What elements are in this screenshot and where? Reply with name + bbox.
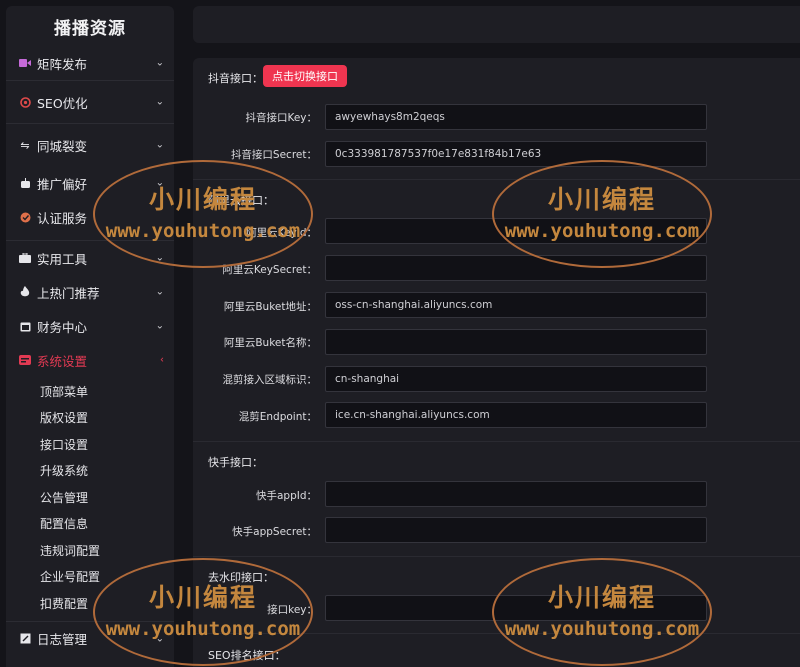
aliyun-keyid-label: 阿里云KeyId： [246,227,317,239]
sub-item-top-menu[interactable]: 顶部菜单 [6,378,174,405]
chevron-left-icon: ‹ [160,354,164,366]
nav-label: SEO优化 [37,95,88,111]
chevron-down-icon: ⌄ [155,177,164,189]
sub-item-announcements[interactable]: 公告管理 [6,484,174,511]
watermark-api-key-label: 接口key： [267,604,317,616]
nav-label: 系统设置 [37,353,88,369]
mix-endpoint-label: 混剪Endpoint： [238,411,317,423]
aliyun-keysecret-input[interactable] [325,255,707,281]
chevron-down-icon: ⌄ [155,252,164,264]
brand-title: 播播资源 [54,18,126,39]
nav-label: 财务中心 [37,319,88,335]
chevron-down-icon: ⌄ [155,633,164,644]
douyin-key-input[interactable]: awyewhays8m2qeqs [325,104,707,130]
nav-label: 矩阵发布 [37,56,88,72]
chevron-down-icon: ⌄ [155,139,164,151]
sub-item-copyright[interactable]: 版权设置 [6,405,174,432]
kuaishou-appsecret-input[interactable] [325,517,707,543]
nav-label: 上热门推荐 [37,285,100,301]
toolbox-icon [18,251,32,265]
calendar-icon [18,319,32,333]
nav-item-logs[interactable]: 日志管理 ⌄ [6,622,174,656]
section-aliyun-title: 阿里云接口： [208,194,274,207]
mix-region-label: 混剪接入区域标识： [222,374,318,386]
section-seo-api-title: SEO排名接口： [208,649,286,662]
divider [193,633,800,634]
nav-item-promo-pref[interactable]: 推广偏好 ⌄ [6,166,174,200]
section-kuaishou-title: 快手接口： [208,456,263,469]
chevron-down-icon: ⌄ [155,57,164,69]
settings-icon [18,353,32,367]
nav-item-matrix-publish[interactable]: 矩阵发布 ⌄ [6,46,174,80]
link-icon: ⇋ [20,138,30,152]
nav-label: 认证服务 [37,210,88,226]
sub-item-enterprise[interactable]: 企业号配置 [6,564,174,591]
aliyun-keyid-input[interactable] [325,218,707,244]
robot-icon [18,176,32,190]
nav-item-certification[interactable]: 认证服务 [6,200,174,234]
top-bar [193,6,800,43]
aliyun-bucket-name-input[interactable] [325,329,707,355]
douyin-secret-label: 抖音接口Secret： [230,149,317,161]
sub-item-api-settings[interactable]: 接口设置 [6,431,174,458]
video-icon [18,56,32,70]
mix-region-input[interactable]: cn-shanghai [325,366,707,392]
mix-endpoint-input[interactable]: ice.cn-shanghai.aliyuncs.com [325,402,707,428]
watermark-api-key-input[interactable] [325,595,707,621]
chevron-down-icon: ⌄ [155,320,164,332]
nav-item-hot-recommend[interactable]: 上热门推荐 ⌄ [6,275,174,309]
log-icon [18,632,32,646]
switch-api-button[interactable]: 点击切换接口 [263,65,347,87]
seo-icon [18,95,32,109]
nav-label: 日志管理 [37,632,88,647]
kuaishou-appid-label: 快手appId： [255,490,317,502]
chevron-down-icon: ⌄ [155,286,164,298]
divider [193,179,800,180]
aliyun-keysecret-label: 阿里云KeySecret： [222,264,317,276]
settings-panel: 抖音接口： 点击切换接口 抖音接口Key： awyewhays8m2qeqs 抖… [193,58,800,667]
kuaishou-appid-input[interactable] [325,481,707,507]
section-douyin-title: 抖音接口： [208,72,263,85]
kuaishou-appsecret-label: 快手appSecret： [232,526,317,538]
app-root: 播播资源 矩阵发布 ⌄ SEO优化 ⌄ ⇋ 同城裂变 ⌄ 推广偏好 ⌄ 认证服务 [0,0,800,667]
divider [193,441,800,442]
divider [193,556,800,557]
nav-item-system-settings[interactable]: 系统设置 ‹ [6,343,174,377]
section-watermark-api-title: 去水印接口： [208,571,274,584]
nav-label: 实用工具 [37,251,88,267]
sub-item-config-info[interactable]: 配置信息 [6,511,174,538]
nav-item-city-fission[interactable]: ⇋ 同城裂变 ⌄ [6,124,174,166]
sidebar: 播播资源 矩阵发布 ⌄ SEO优化 ⌄ ⇋ 同城裂变 ⌄ 推广偏好 ⌄ 认证服务 [6,6,174,667]
sub-item-banned-words[interactable]: 违规词配置 [6,537,174,564]
douyin-secret-input[interactable]: 0c333981787537f0e17e831f84b17e63 [325,141,707,167]
aliyun-bucket-name-label: 阿里云Buket名称： [223,337,317,349]
sub-item-billing[interactable]: 扣费配置 [6,590,174,617]
nav-item-finance[interactable]: 财务中心 ⌄ [6,309,174,343]
aliyun-bucket-addr-input[interactable]: oss-cn-shanghai.aliyuncs.com [325,292,707,318]
nav-label: 同城裂变 [37,138,88,154]
badge-icon [18,210,32,224]
nav-item-tools[interactable]: 实用工具 ⌄ [6,241,174,275]
aliyun-bucket-addr-label: 阿里云Buket地址： [223,301,317,313]
fire-icon [18,285,32,299]
sub-item-upgrade[interactable]: 升级系统 [6,458,174,485]
douyin-key-label: 抖音接口Key： [245,112,317,124]
chevron-down-icon: ⌄ [155,96,164,108]
nav-label: 推广偏好 [37,176,88,192]
nav-item-seo[interactable]: SEO优化 ⌄ [6,81,174,123]
